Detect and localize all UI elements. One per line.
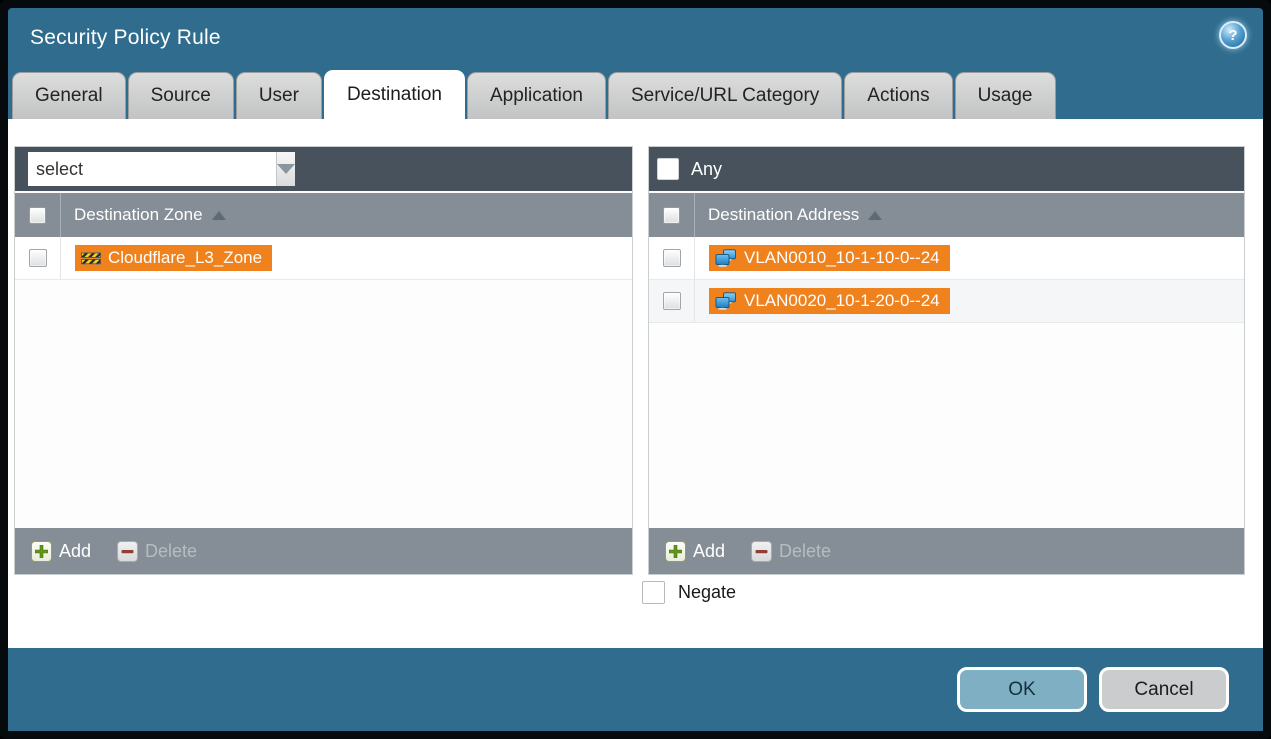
- zone-icon: [81, 250, 101, 266]
- zone-row-checkbox[interactable]: [29, 249, 47, 267]
- tab-source[interactable]: Source: [128, 72, 234, 119]
- zone-item-label: Cloudflare_L3_Zone: [108, 248, 262, 268]
- cancel-button[interactable]: Cancel: [1099, 667, 1229, 712]
- address-item[interactable]: VLAN0020_10-1-20-0--24: [709, 288, 950, 314]
- zone-select-input[interactable]: [28, 152, 276, 186]
- help-glyph: ?: [1228, 27, 1237, 44]
- zone-column-sort[interactable]: Destination Zone: [61, 205, 226, 225]
- address-row-checkbox[interactable]: [663, 292, 681, 310]
- address-item-label: VLAN0010_10-1-10-0--24: [744, 248, 940, 268]
- tab-general[interactable]: General: [12, 72, 126, 119]
- zone-add-button[interactable]: Add: [31, 541, 91, 562]
- zone-item[interactable]: Cloudflare_L3_Zone: [75, 245, 272, 271]
- zone-list: Cloudflare_L3_Zone: [15, 237, 632, 528]
- security-policy-rule-dialog: Security Policy Rule ? General Source Us…: [8, 8, 1263, 731]
- destination-zone-panel: Destination Zone: [14, 146, 633, 575]
- tab-destination[interactable]: Destination: [324, 70, 465, 119]
- zone-select-dropdown-button[interactable]: [276, 152, 295, 186]
- destination-address-panel: Any Destination Address: [648, 146, 1245, 575]
- address-column-sort[interactable]: Destination Address: [695, 205, 882, 225]
- address-item[interactable]: VLAN0010_10-1-10-0--24: [709, 245, 950, 271]
- negate-row: Negate: [642, 581, 736, 604]
- any-label: Any: [691, 159, 722, 180]
- zone-panel-footer: Add Delete: [15, 528, 632, 574]
- zone-delete-button[interactable]: Delete: [117, 541, 197, 562]
- chevron-down-icon: [277, 164, 295, 174]
- delete-minus-icon: [751, 541, 772, 562]
- address-list: VLAN0010_10-1-10-0--24: [649, 237, 1244, 528]
- zone-column-label: Destination Zone: [61, 205, 203, 225]
- delete-minus-icon: [117, 541, 138, 562]
- tab-application[interactable]: Application: [467, 72, 606, 119]
- address-delete-button[interactable]: Delete: [751, 541, 831, 562]
- address-column-header: Destination Address: [649, 191, 1244, 237]
- zone-select-combo: [28, 152, 292, 186]
- address-column-label: Destination Address: [695, 205, 859, 225]
- address-item-label: VLAN0020_10-1-20-0--24: [744, 291, 940, 311]
- zone-panel-toolbar: [15, 147, 632, 191]
- address-row-checkbox[interactable]: [663, 249, 681, 267]
- dialog-footer: OK Cancel: [8, 648, 1263, 731]
- address-icon: [715, 292, 737, 310]
- address-add-label: Add: [693, 541, 725, 562]
- tab-actions[interactable]: Actions: [844, 72, 952, 119]
- dialog-title: Security Policy Rule: [30, 26, 221, 50]
- negate-label: Negate: [678, 582, 736, 603]
- address-panel-footer: Add Delete: [649, 528, 1244, 574]
- zone-select-all-checkbox[interactable]: [29, 207, 46, 224]
- sort-ascending-icon: [212, 211, 226, 220]
- help-icon[interactable]: ?: [1219, 21, 1247, 49]
- destination-tab-content: Destination Zone: [8, 119, 1263, 648]
- ok-button[interactable]: OK: [957, 667, 1087, 712]
- zone-row: Cloudflare_L3_Zone: [15, 237, 632, 280]
- address-delete-label: Delete: [779, 541, 831, 562]
- address-row: VLAN0010_10-1-10-0--24: [649, 237, 1244, 280]
- add-plus-icon: [665, 541, 686, 562]
- address-icon: [715, 249, 737, 267]
- negate-checkbox[interactable]: [642, 581, 665, 604]
- address-panel-toolbar: Any: [649, 147, 1244, 191]
- any-checkbox[interactable]: [657, 158, 679, 180]
- address-add-button[interactable]: Add: [665, 541, 725, 562]
- screen: Security Policy Rule ? General Source Us…: [0, 0, 1271, 739]
- zone-column-header: Destination Zone: [15, 191, 632, 237]
- address-row: VLAN0020_10-1-20-0--24: [649, 280, 1244, 323]
- tab-service-url-category[interactable]: Service/URL Category: [608, 72, 842, 119]
- tab-usage[interactable]: Usage: [955, 72, 1056, 119]
- zone-add-label: Add: [59, 541, 91, 562]
- address-select-all-checkbox[interactable]: [663, 207, 680, 224]
- titlebar: Security Policy Rule ?: [8, 8, 1263, 68]
- sort-ascending-icon: [868, 211, 882, 220]
- tab-bar: General Source User Destination Applicat…: [12, 70, 1263, 119]
- tab-user[interactable]: User: [236, 72, 322, 119]
- zone-delete-label: Delete: [145, 541, 197, 562]
- add-plus-icon: [31, 541, 52, 562]
